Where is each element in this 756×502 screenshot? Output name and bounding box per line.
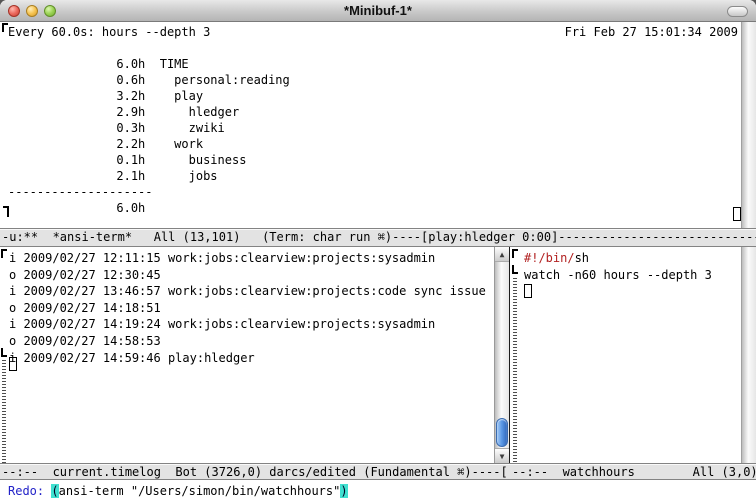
scrollbar-timelog[interactable]: ▲ ▼ (494, 247, 510, 463)
bottom-modelines: --:-- current.timelog Bot (3726,0) darcs… (0, 463, 756, 480)
scrollbar-up-button[interactable]: ▲ (495, 247, 509, 262)
window-current-timelog[interactable]: i 2009/02/27 12:11:15 work:jobs:clearvie… (0, 247, 494, 463)
window-titlebar[interactable]: *Minibuf-1* (0, 0, 756, 22)
modeline-watchhours: --:-- watchhours All (3,0) (510, 463, 756, 480)
script-command: watch -n60 hours --depth 3 (524, 268, 712, 282)
script-content: #!/bin/sh watch -n60 hours --depth 3 (510, 247, 741, 283)
scrollbar-watchhours[interactable] (741, 247, 756, 463)
scrollbar-down-button[interactable]: ▼ (495, 448, 509, 463)
buffer-start-indicator (512, 249, 518, 258)
minibuffer[interactable]: Redo: (ansi-term "/Users/simon/bin/watch… (0, 480, 756, 502)
modeline-current-timelog-text: --:-- current.timelog Bot (3726,0) darcs… (0, 464, 510, 480)
script-cursor (524, 284, 532, 298)
buffer-start-indicator (2, 23, 8, 32)
scrollbar-term[interactable] (741, 22, 756, 228)
emacs-window: *Minibuf-1* Every 60.0s: hours --depth 3… (0, 0, 756, 502)
modeline-current-timelog: --:-- current.timelog Bot (3726,0) darcs… (0, 463, 510, 480)
buffer-end-indicator (512, 265, 518, 274)
modeline-ansi-term: -u:** *ansi-term* All (13,101) (Term: ch… (0, 228, 756, 247)
hours-report: 6.0h TIME 0.6h personal:reading 3.2h pla… (8, 40, 290, 216)
close-paren-highlight: ) (340, 484, 347, 498)
shebang-interpreter: sh (575, 251, 589, 265)
timelog-entries: i 2009/02/27 12:11:15 work:jobs:clearvie… (0, 247, 494, 366)
buffer-end-indicator (1, 348, 7, 357)
empty-line-indicators (2, 360, 6, 463)
window-ansi-term[interactable]: Every 60.0s: hours --depth 3 Fri Feb 27 … (0, 22, 756, 228)
watch-datetime: Fri Feb 27 15:01:34 2009 (565, 24, 738, 40)
terminal-cursor (733, 207, 741, 221)
modeline-ansi-term-text: -u:** *ansi-term* All (13,101) (Term: ch… (0, 229, 756, 245)
toolbar-toggle-button[interactable] (727, 6, 748, 17)
modeline-watchhours-text: --:-- watchhours All (3,0) (510, 464, 756, 480)
bottom-windows: i 2009/02/27 12:11:15 work:jobs:clearvie… (0, 247, 756, 463)
empty-line-indicators (513, 278, 517, 463)
scrollbar-thumb[interactable] (496, 418, 508, 447)
window-watchhours[interactable]: #!/bin/sh watch -n60 hours --depth 3 (510, 247, 741, 463)
minibuffer-command: ansi-term "/Users/simon/bin/watchhours" (59, 484, 341, 498)
shebang-prefix: #!/bin/ (524, 251, 575, 265)
window-title: *Minibuf-1* (0, 3, 756, 18)
minibuffer-prompt: Redo: (8, 484, 51, 498)
buffer-end-indicator (3, 206, 9, 217)
scrollbar-up-arrow-icon: ▲ (500, 250, 505, 259)
buffer-start-indicator (1, 249, 7, 258)
scrollbar-down-arrow-icon: ▼ (500, 452, 505, 461)
timelog-cursor (9, 357, 17, 371)
open-paren-highlight: ( (51, 484, 58, 498)
watch-header: Every 60.0s: hours --depth 3 (8, 24, 210, 40)
